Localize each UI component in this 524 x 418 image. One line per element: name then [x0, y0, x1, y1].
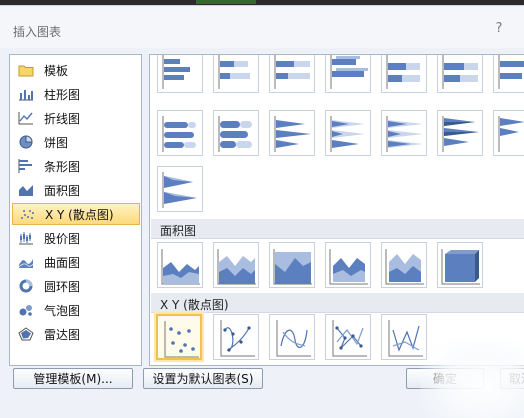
stock-chart-icon: [16, 230, 36, 246]
chart-thumb-scatter-markers[interactable]: [156, 314, 202, 360]
title-bar: 插入图表 ?: [0, 6, 524, 48]
help-button[interactable]: ?: [490, 20, 508, 38]
pie-chart-icon: [16, 134, 36, 150]
category-xy-scatter[interactable]: X Y (散点图): [12, 203, 140, 225]
insert-chart-dialog: 插入图表 ? 模板 柱形图 折线图 饼图 条形图 面积图 X Y (散点图) 股…: [0, 5, 524, 418]
chart-thumb-3d-stacked-area[interactable]: [381, 242, 427, 288]
chart-thumb-bar-clustered-cone[interactable]: [325, 55, 371, 93]
chart-thumb-bar-cone-3[interactable]: [381, 110, 427, 156]
category-column[interactable]: 柱形图: [12, 83, 140, 105]
chart-thumb-bar-stacked-cylinder[interactable]: [213, 55, 259, 93]
chart-thumb-3d-100-stacked-area[interactable]: [437, 242, 483, 288]
manage-templates-button[interactable]: 管理模板(M)...: [13, 368, 133, 389]
category-label: 气泡图: [44, 303, 81, 318]
radar-chart-icon: [16, 326, 36, 342]
category-label: 股价图: [44, 231, 81, 246]
gallery-section-xy-scatter: X Y (散点图): [151, 293, 524, 313]
category-label: 饼图: [44, 135, 69, 150]
doughnut-chart-icon: [16, 278, 36, 294]
folder-icon: [16, 62, 36, 78]
chart-thumb-bar-stacked-pyramid[interactable]: [381, 55, 427, 93]
chart-thumb-scatter-straight-markers[interactable]: [325, 314, 371, 360]
bubble-chart-icon: [16, 302, 36, 318]
chart-thumb-bar-100-pyramid[interactable]: [437, 55, 483, 93]
chart-thumb-bar-clustered-cylinder[interactable]: [157, 55, 203, 93]
category-label: 柱形图: [44, 87, 81, 102]
category-label: 曲面图: [44, 255, 81, 270]
area-chart-icon: [16, 182, 36, 198]
set-default-chart-button[interactable]: 设置为默认图表(S): [143, 368, 263, 389]
category-label: 折线图: [44, 111, 81, 126]
chart-thumb-100-stacked-area[interactable]: [269, 242, 315, 288]
chart-thumb-3d-area[interactable]: [325, 242, 371, 288]
column-chart-icon: [16, 86, 36, 102]
section-title: X Y (散点图): [160, 298, 229, 312]
chart-thumb-bar-cylinder-2[interactable]: [213, 110, 259, 156]
chart-thumb-area[interactable]: [157, 242, 203, 288]
surface-chart-icon: [16, 254, 36, 270]
category-doughnut[interactable]: 圆环图: [12, 275, 140, 297]
chart-thumb-bar-cylinder-1[interactable]: [157, 110, 203, 156]
category-bubble[interactable]: 气泡图: [12, 299, 140, 321]
category-label: 模板: [44, 63, 69, 78]
chart-thumb-bar-cone-1[interactable]: [269, 110, 315, 156]
chart-gallery: 面积图 X Y (散点图): [149, 54, 524, 366]
chart-thumb-scatter-smooth-lines[interactable]: [269, 314, 315, 360]
category-stock[interactable]: 股价图: [12, 227, 140, 249]
category-pie[interactable]: 饼图: [12, 131, 140, 153]
chart-thumb-bar-pyramid-1[interactable]: [437, 110, 483, 156]
category-label: 雷达图: [44, 327, 81, 342]
chart-thumb-bar-3d-partial[interactable]: [493, 55, 524, 93]
chart-thumb-scatter-smooth-markers[interactable]: [213, 314, 259, 360]
chart-thumb-bar-cone-2[interactable]: [325, 110, 371, 156]
category-bar[interactable]: 条形图: [12, 155, 140, 177]
category-label: X Y (散点图): [45, 207, 114, 222]
chart-thumb-stacked-area[interactable]: [213, 242, 259, 288]
taskbar-tab: [196, 0, 256, 4]
gallery-section-area: 面积图: [151, 219, 524, 239]
chart-category-list: 模板 柱形图 折线图 饼图 条形图 面积图 X Y (散点图) 股价图 曲面图 …: [9, 54, 142, 366]
category-line[interactable]: 折线图: [12, 107, 140, 129]
dialog-title: 插入图表: [13, 25, 62, 39]
line-chart-icon: [16, 110, 36, 126]
chart-thumb-bar-pyramid-3d[interactable]: [157, 166, 203, 212]
category-radar[interactable]: 雷达图: [12, 323, 140, 345]
category-label: 圆环图: [44, 279, 81, 294]
chart-thumb-bar-100-cylinder[interactable]: [269, 55, 315, 93]
section-title: 面积图: [160, 224, 197, 238]
category-area[interactable]: 面积图: [12, 179, 140, 201]
bar-chart-icon: [16, 158, 36, 174]
category-label: 面积图: [44, 183, 81, 198]
category-label: 条形图: [44, 159, 81, 174]
chart-thumb-bar-pyramid-2[interactable]: [493, 110, 524, 156]
category-templates[interactable]: 模板: [12, 59, 140, 81]
scatter-chart-icon: [17, 206, 37, 222]
category-surface[interactable]: 曲面图: [12, 251, 140, 273]
blur-overlay: [420, 338, 524, 418]
